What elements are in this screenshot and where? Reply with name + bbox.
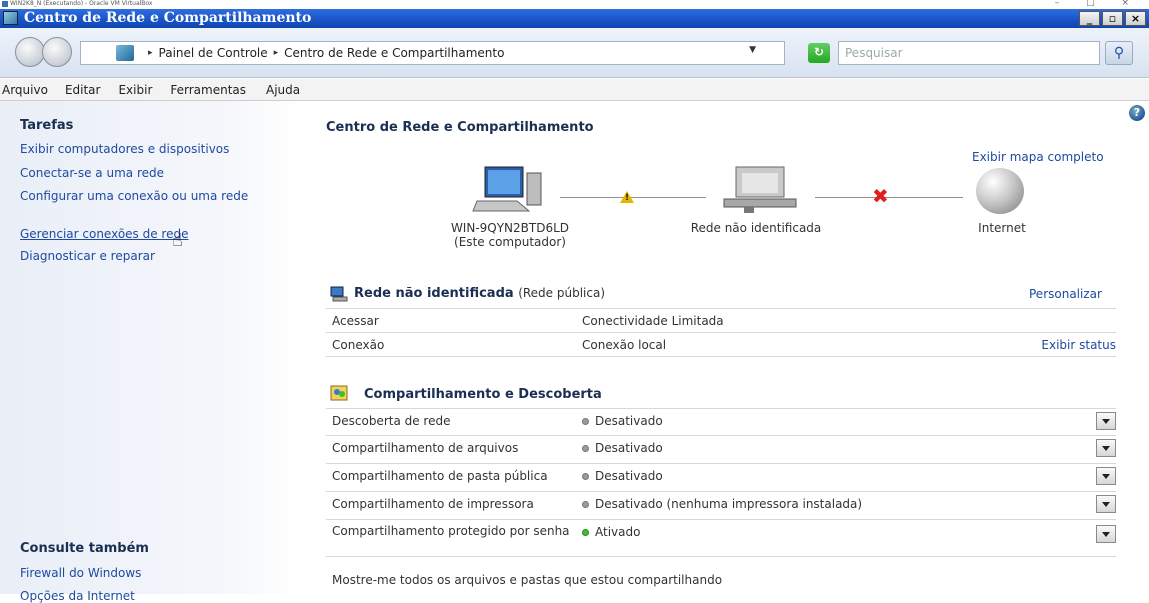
show-shared-files-link[interactable]: Mostre-me todos os arquivos e pastas que… [332,573,722,587]
address-bar[interactable]: ▸ Painel de Controle ▸ Centro de Rede e … [80,41,785,65]
breadcrumb-control-panel[interactable]: Painel de Controle [159,46,268,60]
internet-globe-icon [976,168,1024,214]
task-manage-connections[interactable]: Gerenciar conexões de rede [20,227,290,241]
task-connect-network[interactable]: Conectar-se a uma rede [20,166,290,180]
address-toolbar: ▸ Painel de Controle ▸ Centro de Rede e … [0,28,1149,78]
expand-dropdown-button[interactable] [1096,439,1116,457]
map-computer-sub: (Este computador) [454,235,566,249]
connector-line [815,197,963,198]
help-icon[interactable]: ? [1129,105,1145,121]
menu-exibir[interactable]: Exibir [118,83,152,97]
status-value: Ativado [582,525,640,539]
task-diagnose-repair[interactable]: Diagnosticar e reparar [20,249,290,263]
vm-host-bar: WIN2K8_N (Executando) - Oracle VM Virtua… [0,0,1149,9]
table-row: Compartilhamento de impressora Desativad… [326,491,1116,516]
network-icon [723,166,797,213]
row-label: Compartilhamento de arquivos [332,441,519,455]
row-value: Conectividade Limitada [582,314,724,328]
window-titlebar: Centro de Rede e Compartilhamento _ ▫ × [0,9,1149,28]
row-label: Compartilhamento de pasta pública [332,469,548,483]
menu-ajuda[interactable]: Ajuda [266,83,300,97]
expand-dropdown-button[interactable] [1096,525,1116,543]
tasks-title: Tarefas [20,118,74,133]
link-windows-firewall[interactable]: Firewall do Windows [20,566,290,580]
forward-button[interactable] [42,37,72,67]
map-network-name: Rede não identificada [690,221,822,235]
status-value: Desativado (nenhuma impressora instalada… [582,497,862,511]
customize-link[interactable]: Personalizar [1029,287,1102,301]
vm-title: WIN2K8_N (Executando) - Oracle VM Virtua… [10,0,153,7]
link-internet-options[interactable]: Opções da Internet [20,589,290,603]
error-x-icon[interactable]: ✖ [872,186,889,206]
map-computer-name: WIN-9QYN2BTD6LD [450,221,570,235]
network-section-icon [330,286,348,302]
network-center-icon [3,11,18,25]
status-off-icon [582,473,589,480]
control-panel-icon [116,45,134,61]
breadcrumb-arrow-icon[interactable]: ▸ [274,48,279,58]
refresh-button[interactable]: ↻ [808,43,830,63]
status-on-icon [582,529,589,536]
status-value: Desativado [582,469,663,483]
table-row: Compartilhamento de arquivos Desativado [326,435,1116,460]
table-row: Descoberta de rede Desativado [326,408,1116,433]
close-button[interactable]: × [1125,11,1146,26]
status-text: Desativado (nenhuma impressora instalada… [595,497,863,511]
status-off-icon [582,445,589,452]
row-label: Compartilhamento de impressora [332,497,534,511]
view-status-link[interactable]: Exibir status [1041,338,1116,352]
status-text: Desativado [595,414,663,428]
status-value: Desativado [582,441,663,455]
network-section-title: Rede não identificada (Rede pública) [354,286,605,301]
breadcrumb-arrow-icon[interactable]: ▸ [148,48,153,58]
task-setup-connection[interactable]: Configurar uma conexão ou uma rede [20,189,285,203]
window-title: Centro de Rede e Compartilhamento [24,10,312,26]
row-value: Conexão local [582,338,667,352]
warning-mark: ! [625,193,630,203]
status-value: Desativado [582,414,663,428]
hand-cursor-icon: ☝ [172,230,183,251]
computer-icon [472,166,542,212]
task-view-computers[interactable]: Exibir computadores e dispositivos [20,142,290,156]
table-row: Compartilhamento protegido por senha Ati… [326,519,1116,557]
status-text: Desativado [595,441,663,455]
table-row: Conexão Conexão local Exibir status [326,332,1116,357]
search-input[interactable]: Pesquisar [838,41,1100,65]
status-off-icon [582,418,589,425]
row-label: Acessar [332,314,379,328]
menu-bar: Arquivo Editar Exibir Ferramentas Ajuda [0,79,1149,101]
network-name: Rede não identificada [354,286,514,301]
menu-ferramentas[interactable]: Ferramentas [170,83,246,97]
row-label: Compartilhamento protegido por senha [332,524,570,538]
menu-editar[interactable]: Editar [65,83,101,97]
table-row: Compartilhamento de pasta pública Desati… [326,463,1116,488]
virtualbox-icon [2,1,8,7]
status-text: Desativado [595,469,663,483]
network-type: (Rede pública) [518,286,606,300]
view-full-map-link[interactable]: Exibir mapa completo [972,150,1104,164]
expand-dropdown-button[interactable] [1096,467,1116,485]
expand-dropdown-button[interactable] [1096,495,1116,513]
page-title: Centro de Rede e Compartilhamento [326,120,594,135]
sharing-section-title: Compartilhamento e Descoberta [364,387,602,402]
see-also-title: Consulte também [20,541,149,556]
address-dropdown-icon[interactable]: ▼ [749,45,756,55]
search-icon[interactable]: ⚲ [1105,41,1133,65]
row-label: Descoberta de rede [332,414,451,428]
breadcrumb-network-center[interactable]: Centro de Rede e Compartilhamento [284,46,504,60]
map-internet: Internet [978,221,1026,235]
table-row: Acessar Conectividade Limitada [326,308,1116,333]
back-button[interactable] [15,37,45,67]
minimize-button[interactable]: _ [1079,11,1100,26]
status-off-icon [582,501,589,508]
vm-window-controls[interactable]: – □ × [1055,0,1141,8]
expand-dropdown-button[interactable] [1096,412,1116,430]
maximize-button[interactable]: ▫ [1102,11,1123,26]
row-label: Conexão [332,338,385,352]
menu-arquivo[interactable]: Arquivo [2,83,48,97]
status-text: Ativado [595,525,641,539]
sharing-section-icon [330,385,348,401]
